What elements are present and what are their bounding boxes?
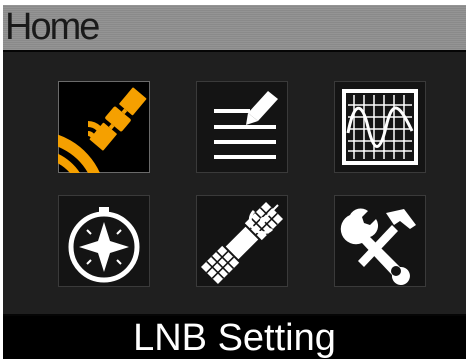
device-screen: Home LNB Setting [3,5,466,359]
selected-item-label: LNB Setting [133,317,336,359]
title-bar: Home [3,5,466,50]
edit-list-icon [214,91,278,159]
oscilloscope-icon [342,89,418,165]
menu-item-tools[interactable] [334,195,426,287]
satellite-dish-icon [58,87,147,173]
status-bar: LNB Setting [3,316,466,359]
tools-icon [340,208,416,285]
menu-grid [3,52,466,314]
page-title: Home [5,6,100,48]
menu-item-lnb-setting[interactable] [58,81,150,173]
menu-item-compass[interactable] [58,195,150,287]
menu-item-satellite[interactable] [196,195,288,287]
menu-item-signal-meter[interactable] [334,81,426,173]
satellite-icon [200,201,284,285]
compass-icon [68,207,140,283]
menu-item-edit-list[interactable] [196,81,288,173]
